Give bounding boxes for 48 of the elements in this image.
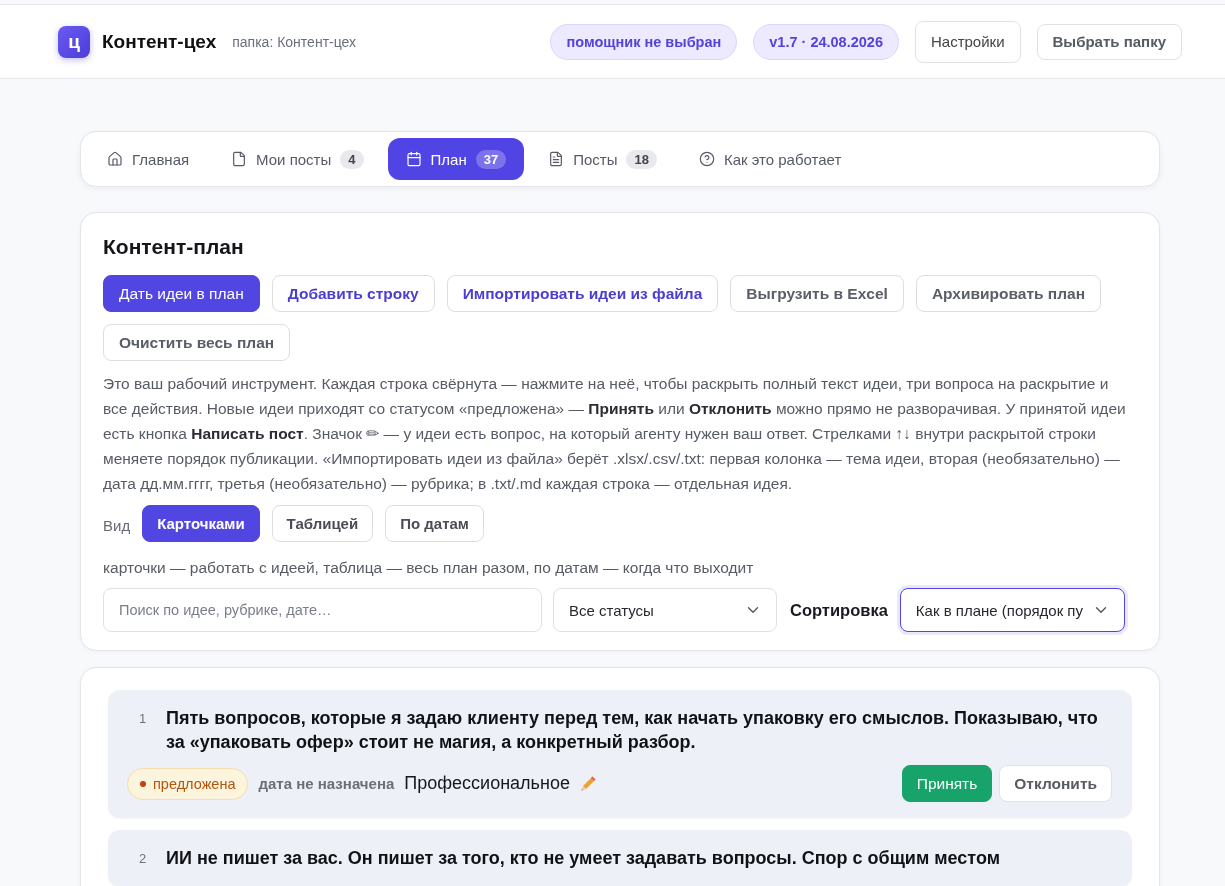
action-button[interactable]: Дать идеи в план <box>103 275 260 312</box>
help-icon <box>698 151 715 167</box>
choose-folder-button[interactable]: Выбрать папку <box>1036 23 1182 60</box>
idea-rubric: Профессиональное <box>404 773 570 794</box>
file-icon <box>231 151 248 167</box>
assistant-status: помощник не выбран <box>550 23 738 60</box>
action-button[interactable]: Архивировать план <box>915 275 1102 312</box>
home-icon <box>107 151 123 167</box>
view-option[interactable]: По датам <box>385 505 484 542</box>
document-icon <box>548 151 565 167</box>
nav-tab[interactable]: Посты 18 <box>530 138 675 180</box>
idea-title: Пять вопросов, которые я задаю клиенту перед тем, как начать упаковку его смыслов. Показываю, что за «упаковать офер» стоит не магия, а конкретный разбор. <box>166 707 1099 754</box>
idea-card[interactable] <box>108 690 1132 818</box>
action-button[interactable]: Добавить строку <box>271 275 435 312</box>
tab-count: 4 <box>340 149 364 169</box>
view-label: Вид <box>103 517 131 534</box>
status-dot-icon <box>140 780 146 787</box>
action-button[interactable]: Выгрузить в Excel <box>730 275 904 312</box>
idea-card[interactable]: 2 ИИ не пишет за вас. Он пишет за того, кто не умеет задавать вопросы. Спор с общим местом <box>108 830 1132 886</box>
action-button[interactable]: Импортировать идеи из файла <box>446 275 719 312</box>
folder-label: папка: Контент-цех <box>232 33 357 50</box>
view-hint: карточки — работать с идеей, таблица — весь план разом, по датам — когда что выходит <box>103 558 755 578</box>
version-label: v1.7 · 24.08.2026 <box>753 23 899 60</box>
search-field[interactable]: Поиск по идее, рубрике, дате… <box>103 588 542 632</box>
tab-count: 18 <box>626 149 657 169</box>
nav-tab[interactable]: Как это работает <box>680 138 860 180</box>
sort-label: Сортировка <box>790 600 888 620</box>
action-button[interactable]: Очистить весь план <box>103 324 291 361</box>
settings-button[interactable]: Настройки <box>914 20 1021 63</box>
sort-select[interactable]: Как в плане (порядок пу <box>899 588 1125 632</box>
view-option[interactable]: Карточками <box>142 505 260 542</box>
idea-date: дата не назначена <box>258 775 395 792</box>
app-name: Контент-цех <box>102 30 217 53</box>
status-text: предложена <box>153 775 236 792</box>
nav-tab[interactable]: План 37 <box>387 138 525 180</box>
help-text: Это ваш рабочий инструмент. Каждая строка свёрнута — нажмите на неё, чтобы раскрыть полный текст идеи, три вопроса на раскрытие и все действия. Новые идеи приходят со статусом «предложена» — Принять или Отклонить можно прямо не разворачивая. У принятой идеи есть кнопка Написать пост. Значок ✏ — у идеи есть вопрос, на который агенту нужен ваш ответ. Стрелками ↑↓ внутри раскрытой строки меняете порядок публикации. «Импортировать идеи из файла» берёт .xlsx/.csv/.txt: первая колонка — тема идеи, вторая (необязательно) — дата дд.мм.гггг, третья (необязательно) — рубрика; в .txt/.md каждая строка — отдельная идея. <box>103 374 1127 494</box>
view-option[interactable]: Таблицей <box>271 505 374 542</box>
idea-number: 1 <box>139 710 148 728</box>
app-logo: ц <box>58 25 90 58</box>
reject-button[interactable]: Отклонить <box>999 765 1112 802</box>
idea-number: 2 <box>139 850 148 868</box>
tab-count: 37 <box>475 149 507 169</box>
calendar-icon <box>405 151 422 167</box>
idea-title: ИИ не пишет за вас. Он пишет за того, кто не умеет задавать вопросы. Спор с общим местом <box>166 847 1000 870</box>
nav-tab[interactable]: Мои посты 4 <box>213 138 382 180</box>
status-select[interactable]: Все статусы <box>553 588 777 632</box>
nav-tab[interactable]: Главная <box>89 138 208 180</box>
section-title: Контент-план <box>103 235 245 259</box>
